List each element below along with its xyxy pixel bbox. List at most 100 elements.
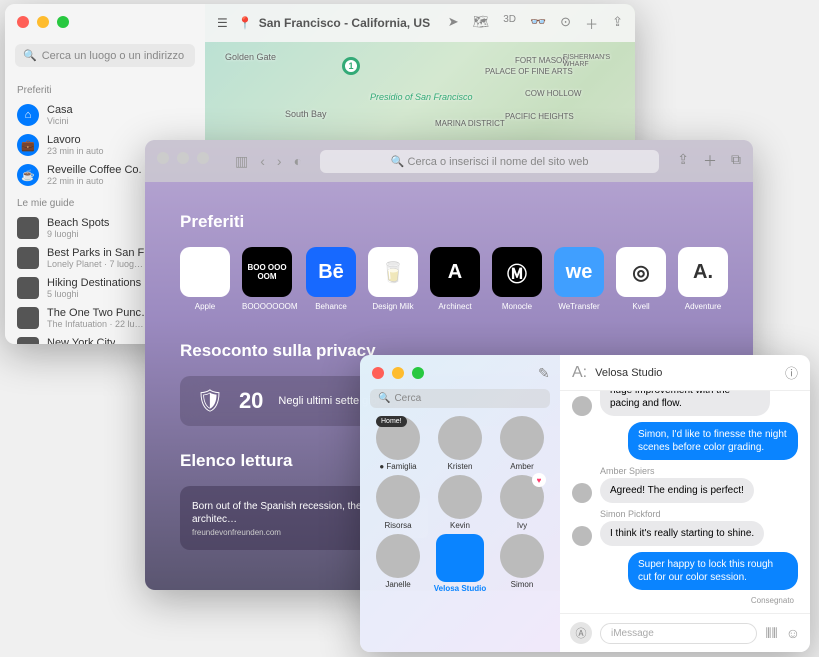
favorite-site[interactable]: Bē Behance <box>306 247 356 311</box>
favorite-site[interactable]: Apple <box>180 247 230 311</box>
favorite-icon: ☕ <box>17 164 39 186</box>
minimize-button[interactable] <box>177 152 189 164</box>
favorite-site[interactable]: A Archinect <box>430 247 480 311</box>
message-bubble[interactable]: I think the new sequence made a huge imp… <box>600 391 770 416</box>
sender-label: Amber Spiers <box>600 466 798 476</box>
message-row-outgoing: Super happy to lock this rough cut for o… <box>572 552 798 590</box>
compose-icon[interactable]: ✎ <box>538 365 550 382</box>
maps-traffic-lights <box>5 4 81 40</box>
url-field[interactable]: 🔍 Cerca o inserisci il nome del sito web <box>320 150 659 173</box>
contact-name: Kevin <box>430 521 490 530</box>
close-button[interactable] <box>372 367 384 379</box>
site-icon: A. <box>678 247 728 297</box>
zoom-button[interactable] <box>197 152 209 164</box>
site-icon: Bē <box>306 247 356 297</box>
contact-item[interactable]: Kristen <box>430 416 490 471</box>
maps-toolbar: ☰ 📍 San Francisco - California, US ➤ 🗺 3… <box>205 4 635 42</box>
site-icon: 🥛 <box>368 247 418 297</box>
add-icon[interactable]: ＋ <box>585 14 598 33</box>
search-placeholder: Cerca <box>394 393 421 404</box>
map-mode-icon[interactable]: 🗺 <box>473 14 490 33</box>
recipient-name: Velosa Studio <box>595 367 662 379</box>
shield-icon[interactable]: ◐ <box>294 153 302 170</box>
details-icon[interactable]: ⓘ <box>785 363 798 382</box>
favorite-site[interactable]: Ⓜ Monocle <box>492 247 542 311</box>
favorite-item[interactable]: ⌂ Casa Vicini <box>5 100 205 130</box>
message-thread[interactable]: The driving scenes are working well.Simo… <box>560 391 810 613</box>
share-icon[interactable]: ⇪ <box>612 14 623 33</box>
contact-name: Risorsa <box>368 521 428 530</box>
settings-icon[interactable]: ⊙ <box>560 14 571 33</box>
contact-avatar <box>376 475 420 519</box>
site-icon: BOO OOO OOM <box>242 247 292 297</box>
zoom-button[interactable] <box>412 367 424 379</box>
message-row-incoming: I think it's really starting to shine. <box>572 521 798 546</box>
forward-button[interactable]: › <box>277 153 282 170</box>
sender-avatar <box>572 483 592 503</box>
messages-search-input[interactable]: 🔍 Cerca <box>370 389 550 408</box>
search-icon: 🔍 <box>391 156 408 168</box>
search-icon: 🔍 <box>23 49 37 62</box>
message-bubble[interactable]: Super happy to lock this rough cut for o… <box>628 552 798 590</box>
contact-item[interactable]: Kevin <box>430 475 490 530</box>
message-bubble[interactable]: Agreed! The ending is perfect! <box>600 478 754 503</box>
contact-name: Janelle <box>368 580 428 589</box>
guide-title: New York City <box>47 337 115 344</box>
contact-item[interactable]: Simon <box>492 534 552 593</box>
guide-thumbnail <box>17 277 39 299</box>
favorite-icon: 💼 <box>17 134 39 156</box>
map-label: FISHERMAN'S WHARF <box>563 54 635 68</box>
favorite-site[interactable]: ◎ Kvell <box>616 247 666 311</box>
minimize-button[interactable] <box>37 16 49 28</box>
guide-title: Hiking Destinations <box>47 277 141 289</box>
guide-subtitle: 5 luoghi <box>47 289 141 299</box>
sidebar-toggle-icon[interactable]: ☰ <box>217 16 228 30</box>
message-bubble[interactable]: I think it's really starting to shine. <box>600 521 764 546</box>
site-label: WeTransfer <box>554 302 604 311</box>
favorite-site[interactable]: A. Adventure <box>678 247 728 311</box>
minimize-button[interactable] <box>392 367 404 379</box>
contact-item[interactable]: ♥ Ivy <box>492 475 552 530</box>
tabs-icon[interactable]: ⧉ <box>731 151 741 171</box>
audio-icon[interactable]: ⦀⦀ <box>765 625 777 642</box>
favorite-subtitle: 22 min in auto <box>47 176 142 186</box>
contact-name: Amber <box>492 462 552 471</box>
favorite-site[interactable]: BOO OOO OOM BOOOOOOOM <box>242 247 294 311</box>
favorite-site[interactable]: 🥛 Design Milk <box>368 247 418 311</box>
back-button[interactable]: ‹ <box>260 153 265 170</box>
map-label: South Bay <box>285 109 327 119</box>
contact-item[interactable]: Amber <box>492 416 552 471</box>
navigate-icon[interactable]: ➤ <box>448 14 459 33</box>
messages-window: ✎ 🔍 Cerca Home! ● Famiglia Kristen Amber… <box>360 355 810 652</box>
app-store-icon[interactable]: Ⓐ <box>570 622 592 644</box>
favorites-heading: Preferiti <box>180 212 718 232</box>
favorite-subtitle: 23 min in auto <box>47 146 104 156</box>
sidebar-icon[interactable]: ▥ <box>235 153 248 170</box>
contact-avatar <box>376 534 420 578</box>
sender-label: Simon Pickford <box>600 509 798 519</box>
share-icon[interactable]: ⇪ <box>677 151 689 171</box>
emoji-icon[interactable]: ☺ <box>786 625 800 642</box>
message-bubble[interactable]: Simon, I'd like to finesse the night sce… <box>628 422 798 460</box>
guide-thumbnail <box>17 307 39 329</box>
contact-item[interactable]: Janelle <box>368 534 428 593</box>
look-around-icon[interactable]: 👓 <box>530 14 546 33</box>
search-placeholder: Cerca un luogo o un indirizzo <box>42 50 184 62</box>
contact-item[interactable]: Home! ● Famiglia <box>368 416 428 471</box>
3d-button[interactable]: 3D <box>503 14 516 33</box>
tracker-count: 20 <box>239 388 263 414</box>
contact-item[interactable]: Risorsa <box>368 475 428 530</box>
favorite-site[interactable]: we WeTransfer <box>554 247 604 311</box>
close-button[interactable] <box>157 152 169 164</box>
maps-search-input[interactable]: 🔍 Cerca un luogo o un indirizzo <box>15 44 195 67</box>
site-icon: A <box>430 247 480 297</box>
messages-traffic-lights <box>360 355 436 391</box>
new-tab-icon[interactable]: ＋ <box>703 151 717 171</box>
guide-thumbnail <box>17 247 39 269</box>
zoom-button[interactable] <box>57 16 69 28</box>
contact-item[interactable]: Velosa Studio <box>430 534 490 593</box>
message-input[interactable]: iMessage <box>600 623 757 644</box>
route-marker[interactable]: 1 <box>342 57 360 75</box>
map-label: Presidio of San Francisco <box>370 92 473 102</box>
close-button[interactable] <box>17 16 29 28</box>
